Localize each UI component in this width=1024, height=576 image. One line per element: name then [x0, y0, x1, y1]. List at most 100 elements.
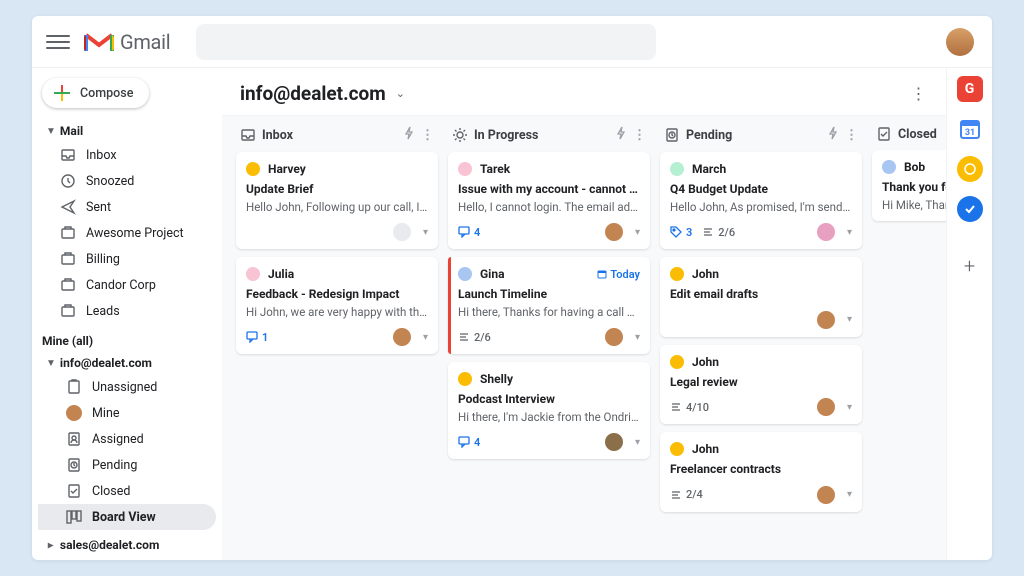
- card-sender: Tarek: [458, 162, 640, 176]
- assignee-avatar[interactable]: [605, 328, 623, 346]
- card[interactable]: John Edit email drafts ▾: [660, 257, 862, 337]
- card[interactable]: GinaToday Launch Timeline Hi there, Than…: [448, 257, 650, 354]
- sidebar-item-leads[interactable]: Leads: [38, 298, 216, 324]
- chevron-down-icon[interactable]: ▾: [635, 332, 640, 343]
- assignee-avatar[interactable]: [393, 223, 411, 241]
- sidebar-item-closed[interactable]: Closed: [38, 478, 216, 504]
- hamburger-menu-icon[interactable]: [46, 30, 70, 54]
- sidebar-item-inbox[interactable]: Inbox: [38, 142, 216, 168]
- lightning-icon[interactable]: [403, 126, 415, 144]
- lightning-icon[interactable]: [827, 126, 839, 144]
- body: Compose ▼Mail InboxSnoozedSentAwesome Pr…: [32, 68, 992, 560]
- card-footer: 4▾: [458, 223, 640, 241]
- card[interactable]: Bob Thank you for y Hi Mike, Thank: [872, 150, 946, 221]
- unassigned-icon: [66, 379, 82, 395]
- sidebar-item-billing[interactable]: Billing: [38, 246, 216, 272]
- chevron-down-icon[interactable]: ▾: [635, 437, 640, 448]
- assignee-avatar[interactable]: [817, 223, 835, 241]
- sidebar-item-sent[interactable]: Sent: [38, 194, 216, 220]
- card[interactable]: Harvey Update Brief Hello John, Followin…: [236, 152, 438, 249]
- card-subject: Update Brief: [246, 182, 428, 198]
- sun-icon: [452, 127, 468, 143]
- assignee-avatar[interactable]: [393, 328, 411, 346]
- sidebar-item-candor-corp[interactable]: Candor Corp: [38, 272, 216, 298]
- board-title: info@dealet.com: [240, 82, 386, 105]
- column-menu-icon[interactable]: ⋮: [633, 128, 646, 143]
- compose-button[interactable]: Compose: [42, 78, 149, 108]
- sidebar-item-awesome-project[interactable]: Awesome Project: [38, 220, 216, 246]
- card-footer: ▾: [670, 311, 852, 329]
- plus-icon: [54, 85, 70, 101]
- card[interactable]: March Q4 Budget Update Hello John, As pr…: [660, 152, 862, 249]
- tasks-chip[interactable]: 2/6: [458, 331, 491, 344]
- sidebar-item-board-view[interactable]: Board View: [38, 504, 216, 530]
- sidebar-item-mine[interactable]: Mine: [38, 400, 216, 426]
- sidebar-item-assigned[interactable]: Assigned: [38, 426, 216, 452]
- right-rail: G 31 +: [946, 68, 992, 560]
- comments-chip[interactable]: 4: [458, 436, 480, 449]
- column-in-progress: In Progress ⋮ Tarek Issue with my accoun…: [448, 116, 650, 550]
- comments-chip[interactable]: 1: [246, 331, 268, 344]
- sales-account[interactable]: ▼sales@dealet.com: [38, 534, 216, 556]
- compose-label: Compose: [80, 86, 133, 101]
- rail-app-g[interactable]: G: [957, 76, 983, 102]
- chevron-down-icon[interactable]: ▾: [635, 227, 640, 238]
- card-sender: John: [670, 267, 852, 281]
- chevron-down-icon[interactable]: ▾: [847, 314, 852, 325]
- mail-section-header[interactable]: ▼Mail: [38, 120, 216, 142]
- assignee-avatar[interactable]: [605, 223, 623, 241]
- column-title: Inbox: [262, 128, 293, 143]
- board-menu-icon[interactable]: ⋮: [908, 84, 928, 103]
- chevron-down-icon[interactable]: ▾: [847, 227, 852, 238]
- rail-add-icon[interactable]: +: [964, 254, 975, 278]
- comments-chip[interactable]: 4: [458, 226, 480, 239]
- chevron-down-icon[interactable]: ▾: [423, 227, 428, 238]
- chevron-down-icon[interactable]: ▾: [847, 489, 852, 500]
- svg-text:31: 31: [964, 128, 974, 138]
- sidebar-item-unassigned[interactable]: Unassigned: [38, 374, 216, 400]
- sidebar-item-snoozed[interactable]: Snoozed: [38, 168, 216, 194]
- assignee-avatar[interactable]: [817, 311, 835, 329]
- card-footer: 1▾: [246, 328, 428, 346]
- billing-icon: [60, 251, 76, 267]
- column-menu-icon[interactable]: ⋮: [421, 128, 434, 143]
- card-footer: 2/6 ▾: [458, 328, 640, 346]
- account-header[interactable]: ▼info@dealet.com: [38, 352, 216, 374]
- pending-icon: [664, 127, 680, 143]
- account-avatar[interactable]: [946, 28, 974, 56]
- mine-header: Mine (all): [38, 330, 216, 352]
- card-preview: Hello John, Following up our call, I app…: [246, 200, 428, 216]
- lightning-icon[interactable]: [615, 126, 627, 144]
- rail-calendar-icon[interactable]: 31: [957, 116, 983, 142]
- card-preview: Hi John, we are very happy with the res…: [246, 305, 428, 321]
- rail-tasks-icon[interactable]: [957, 196, 983, 222]
- card[interactable]: Tarek Issue with my account - cannot log…: [448, 152, 650, 249]
- card[interactable]: John Legal review 4/10▾: [660, 345, 862, 425]
- chevron-down-icon[interactable]: ▾: [423, 332, 428, 343]
- sender-dot: [246, 267, 260, 281]
- tasks-chip[interactable]: 4/10: [670, 401, 709, 414]
- assignee-avatar[interactable]: [817, 486, 835, 504]
- column-title: Closed: [898, 127, 937, 142]
- card-preview: Hello, I cannot login. The email addres…: [458, 200, 640, 216]
- tasks-chip[interactable]: 2/4: [670, 488, 703, 501]
- sender-dot: [458, 162, 472, 176]
- assignee-avatar[interactable]: [817, 398, 835, 416]
- column-menu-icon[interactable]: ⋮: [845, 128, 858, 143]
- card[interactable]: John Freelancer contracts 2/4▾: [660, 432, 862, 512]
- tag-chip[interactable]: 3: [670, 226, 692, 239]
- card-sender: Shelly: [458, 372, 640, 386]
- search-input[interactable]: [196, 24, 656, 60]
- card[interactable]: Shelly Podcast Interview Hi there, I'm J…: [448, 362, 650, 459]
- tasks-chip[interactable]: 2/6: [702, 226, 735, 239]
- rail-keep-icon[interactable]: [957, 156, 983, 182]
- sidebar-item-pending[interactable]: Pending: [38, 452, 216, 478]
- assignee-avatar[interactable]: [605, 433, 623, 451]
- shared-conversations[interactable]: ▼All shared conversations: [38, 556, 216, 560]
- topbar: Gmail: [32, 16, 992, 68]
- board-title-dropdown[interactable]: ⌄: [396, 87, 405, 100]
- card[interactable]: Julia Feedback - Redesign Impact Hi John…: [236, 257, 438, 354]
- card-subject: Freelancer contracts: [670, 462, 852, 478]
- chevron-down-icon[interactable]: ▾: [847, 402, 852, 413]
- gmail-logo[interactable]: Gmail: [84, 30, 170, 54]
